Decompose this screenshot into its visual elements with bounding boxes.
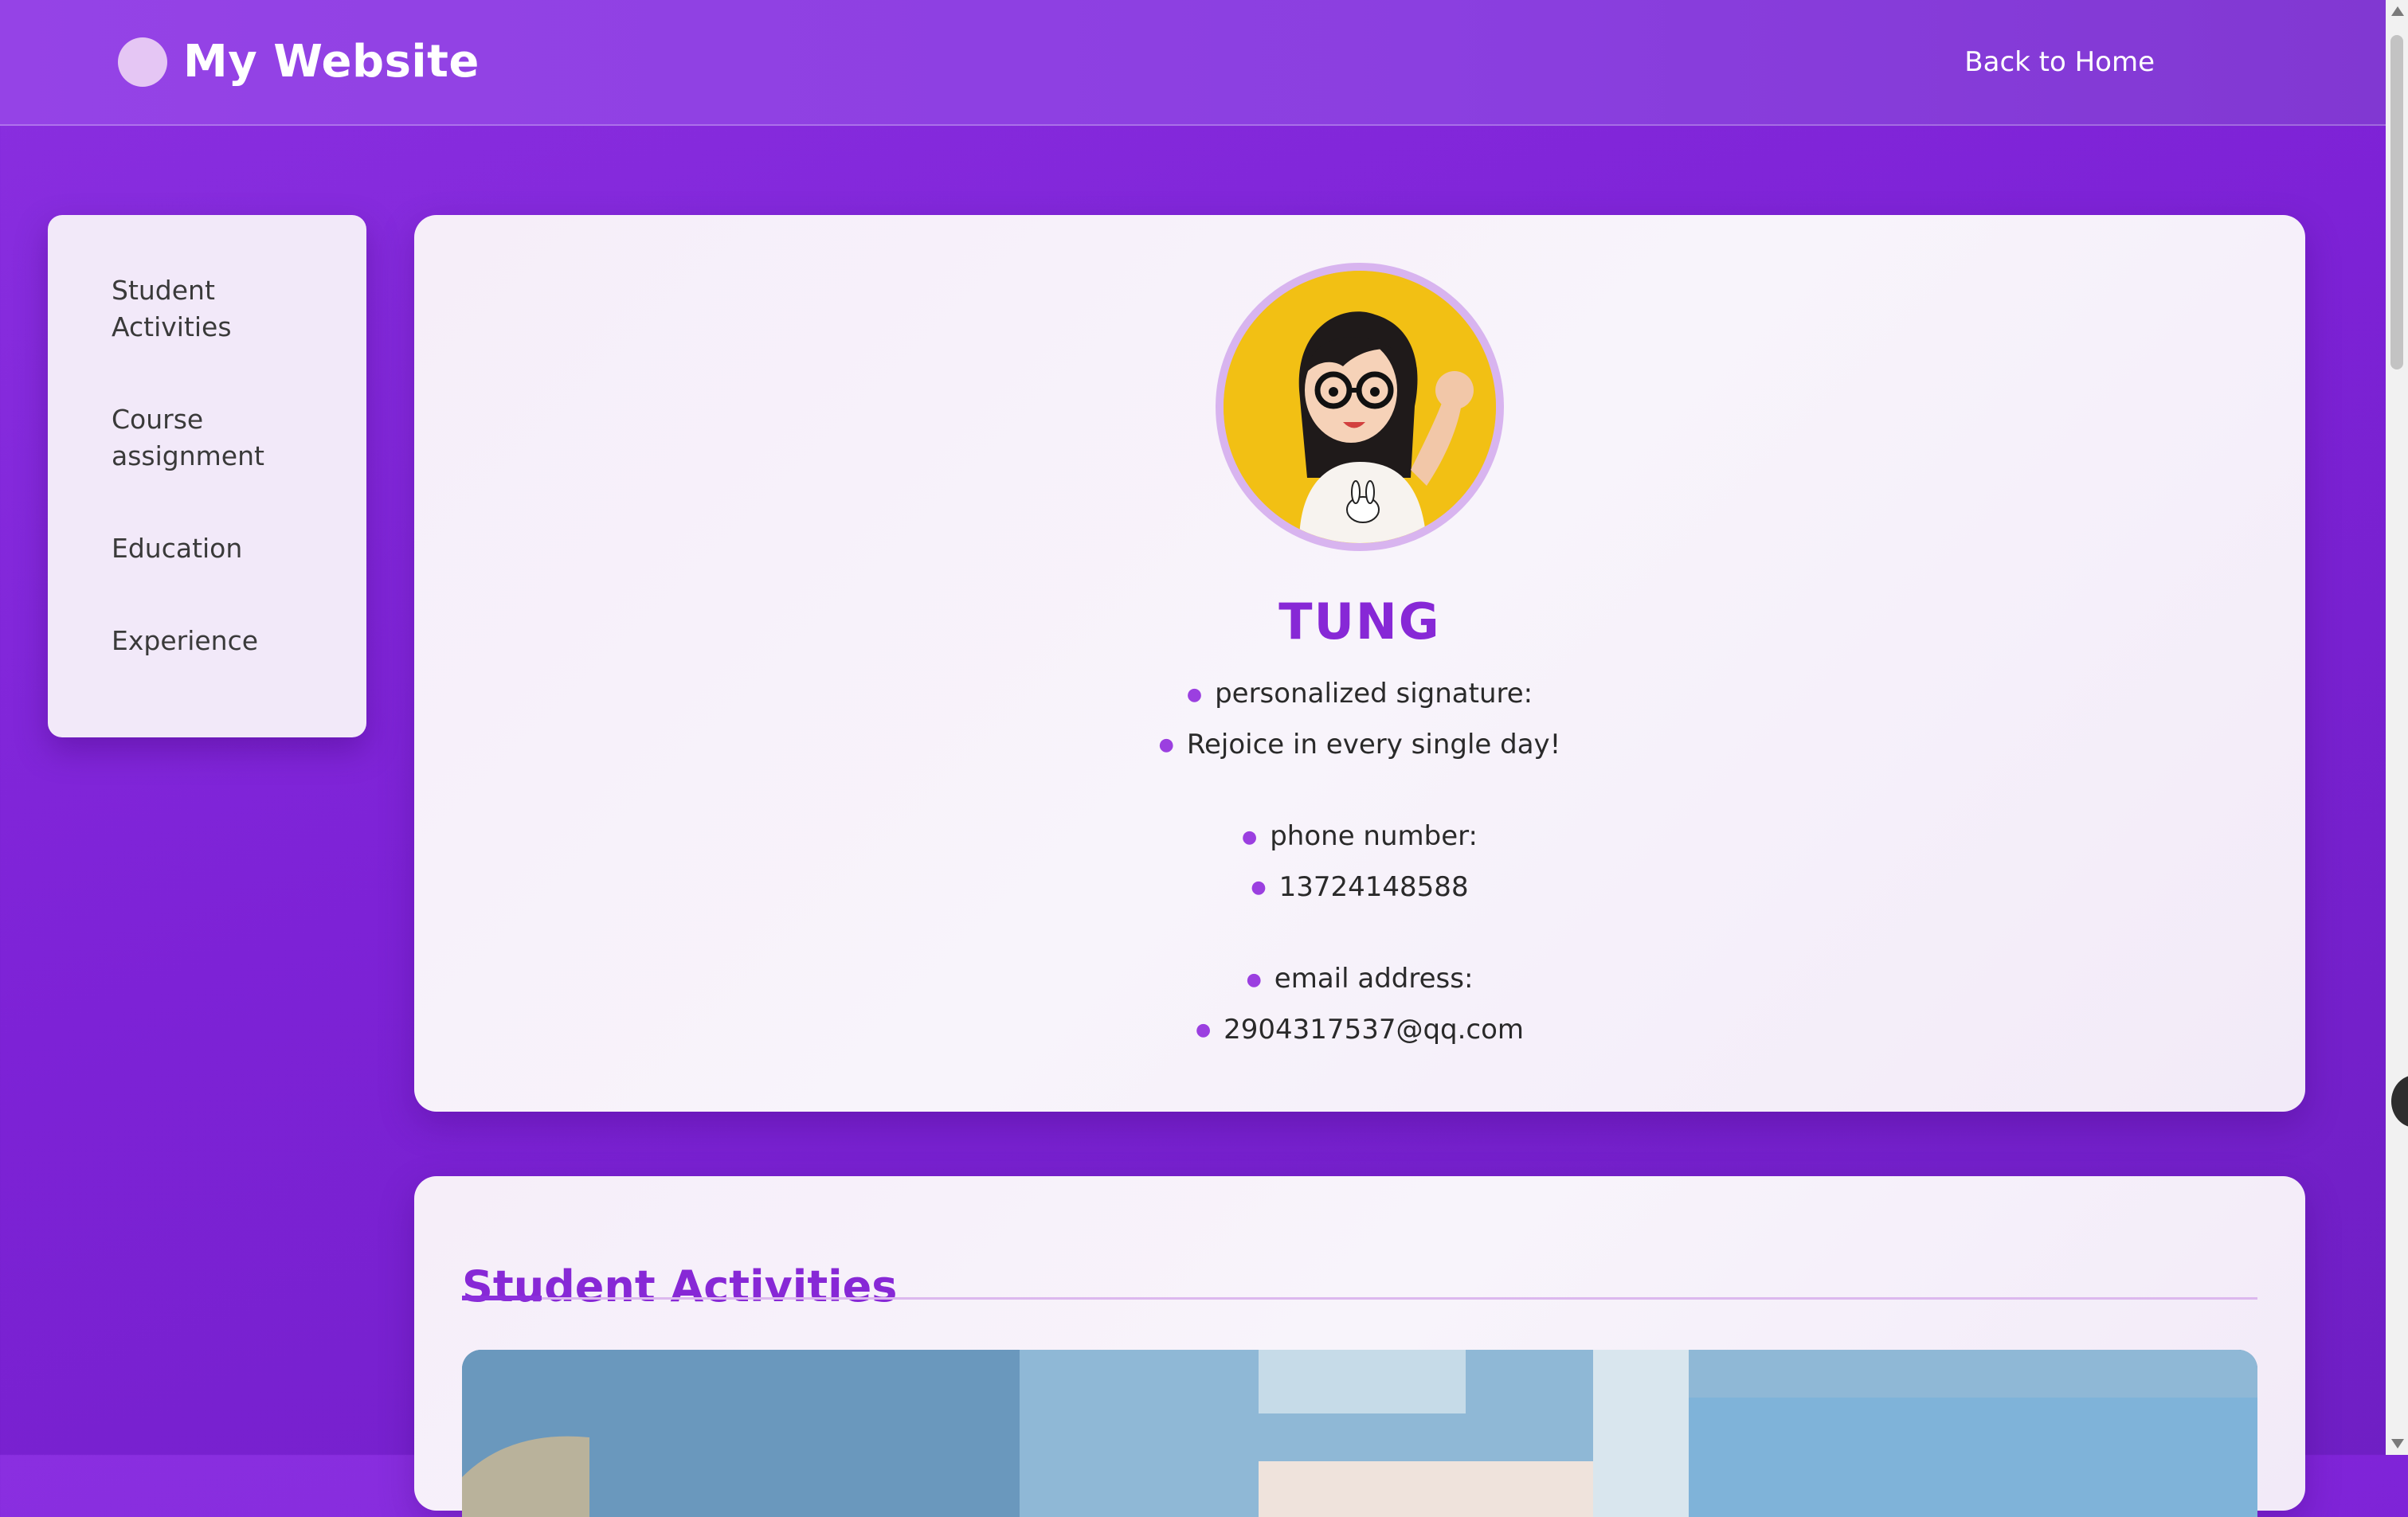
bullet-icon: ●: [1251, 878, 1267, 897]
list-item: ● 2904317537@qq.com: [414, 1005, 2305, 1056]
profile-card: TUNG ● personalized signature: ● Rejoice i…: [414, 215, 2305, 1112]
phone-value: 13724148588: [1278, 870, 1469, 903]
sidebar-item-experience[interactable]: Experience: [112, 623, 319, 659]
bullet-icon: ●: [1242, 827, 1258, 847]
bullet-icon: ●: [1195, 1020, 1212, 1040]
scroll-thumb[interactable]: [2390, 35, 2403, 369]
page-scrollbar[interactable]: [2386, 0, 2408, 1455]
profile-name: TUNG: [1278, 592, 1441, 651]
sidebar-item-student-activities[interactable]: Student Activities: [112, 272, 319, 346]
back-to-home-link[interactable]: Back to Home: [1964, 46, 2155, 78]
sidebar: Student Activities Course assignment Edu…: [48, 215, 366, 737]
bullet-icon: ●: [1186, 684, 1203, 705]
section-title: Student Activities: [462, 1261, 898, 1312]
list-item: ● email address:: [414, 954, 2305, 1005]
activity-photo: [462, 1350, 2257, 1517]
avatar: [1216, 263, 1504, 551]
email-value: 2904317537@qq.com: [1224, 1013, 1525, 1046]
scroll-up-arrow-icon[interactable]: [2391, 6, 2404, 16]
list-item: ● Rejoice in every single day!: [414, 720, 2305, 771]
section-divider: [462, 1297, 2257, 1300]
sidebar-item-education[interactable]: Education: [112, 530, 319, 567]
phone-label: phone number:: [1270, 820, 1478, 852]
list-item: ● personalized signature:: [414, 669, 2305, 720]
bullet-icon: ●: [1158, 735, 1174, 755]
avatar-illustration: [1224, 271, 1496, 543]
signature-label: personalized signature:: [1215, 678, 1533, 710]
logo-icon: [118, 37, 167, 87]
top-navbar: My Website Back to Home: [0, 0, 2386, 126]
student-activities-card: Student Activities: [414, 1176, 2305, 1517]
activity-photo-illustration: [462, 1350, 2257, 1517]
signature-value: Rejoice in every single day!: [1186, 728, 1561, 760]
brand[interactable]: My Website: [118, 36, 480, 88]
scroll-down-arrow-icon[interactable]: [2391, 1439, 2404, 1449]
bullet-icon: ●: [1246, 969, 1262, 990]
sidebar-item-course-assignment[interactable]: Course assignment: [112, 401, 319, 475]
site-name: My Website: [183, 36, 480, 88]
email-label: email address:: [1274, 963, 1474, 995]
list-item: ● 13724148588: [414, 862, 2305, 913]
section-divider-accent: [462, 1296, 542, 1300]
list-item: ● phone number:: [414, 811, 2305, 862]
contact-info-list: ● personalized signature: ● Rejoice in eve…: [414, 669, 2305, 1055]
